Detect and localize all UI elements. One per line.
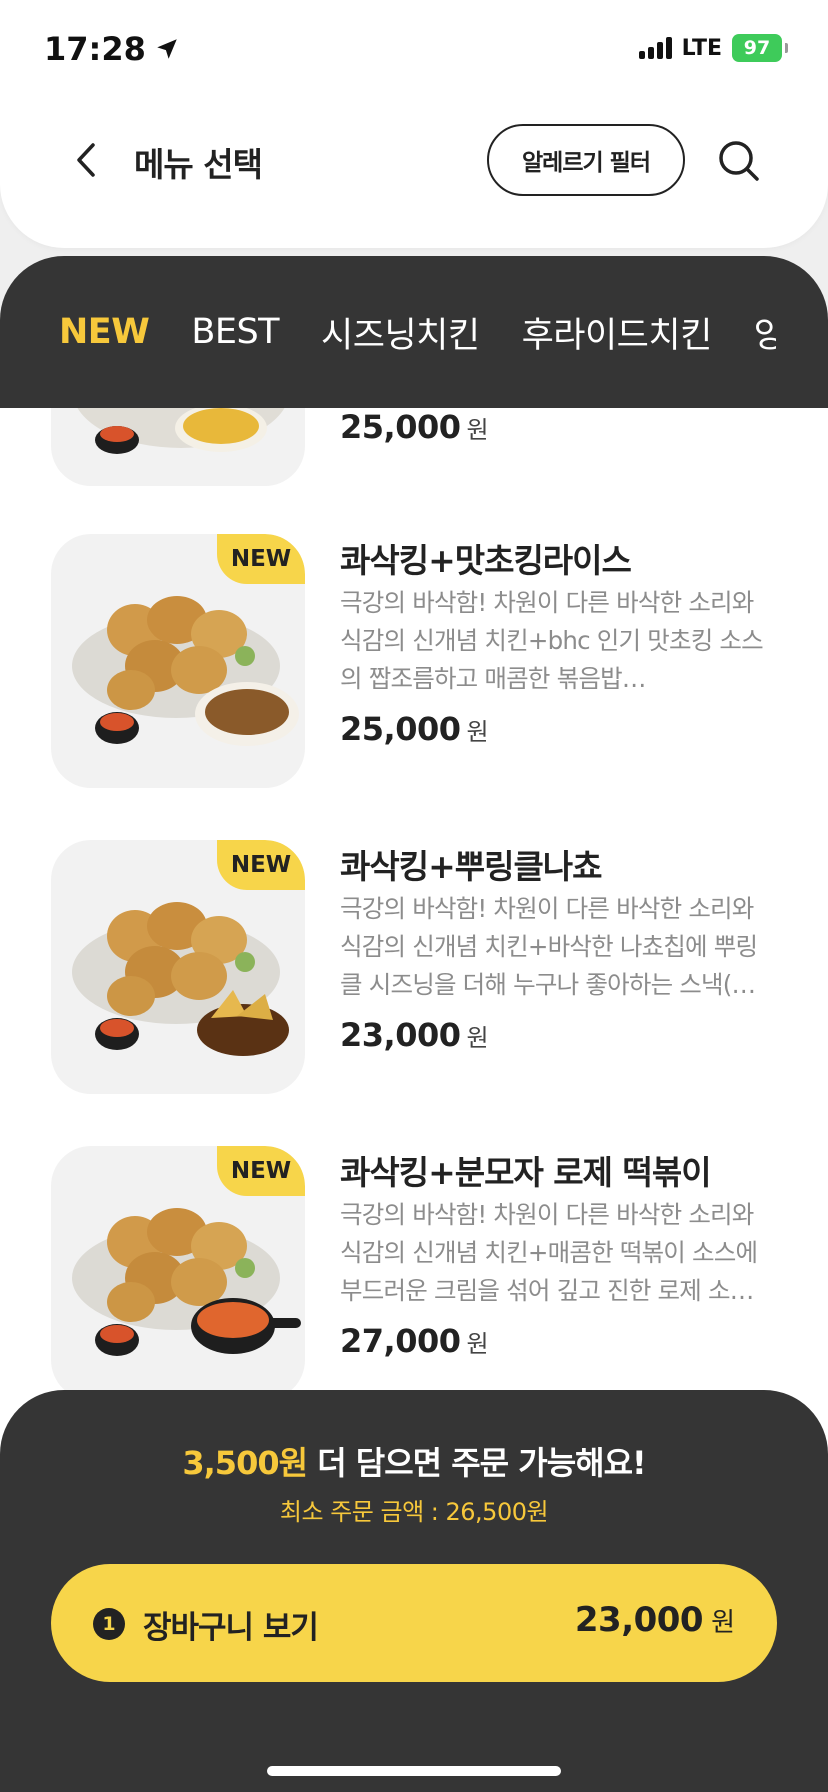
new-badge: NEW xyxy=(217,534,305,584)
menu-thumbnail[interactable]: NEW xyxy=(51,1146,305,1400)
signal-icon xyxy=(638,37,672,59)
cart-total-currency: 원 xyxy=(711,1608,735,1638)
price-currency: 원 xyxy=(466,1330,489,1358)
menu-thumbnail[interactable]: NEW xyxy=(51,534,305,788)
menu-name: 콰삭킹+맛초킹라이스 xyxy=(340,541,632,580)
home-indicator xyxy=(267,1766,561,1776)
cart-count-badge: 1 xyxy=(93,1608,125,1640)
price-value: 25,000 xyxy=(340,710,461,748)
new-badge: NEW xyxy=(217,1146,305,1196)
page-title: 메뉴 선택 xyxy=(134,145,263,184)
tab-seasoning-chicken[interactable]: 시즈닝치킨 xyxy=(321,307,480,358)
minimum-order-notice: 3,500원 더 담으면 주문 가능해요! xyxy=(0,1438,828,1484)
battery-cap xyxy=(785,43,788,53)
price-currency: 원 xyxy=(466,416,489,444)
price-value: 23,000 xyxy=(340,1016,461,1054)
price-currency: 원 xyxy=(466,718,489,746)
cart-label: 장바구니 보기 xyxy=(143,1610,319,1646)
menu-price: 25,000 원 xyxy=(340,710,489,748)
status-indicators: LTE 97 xyxy=(638,34,788,62)
menu-item[interactable]: 25,000 원 xyxy=(0,408,828,486)
clock-text: 17:28 xyxy=(44,30,146,68)
price-currency: 원 xyxy=(466,1024,489,1052)
menu-description: 극강의 바삭함! 차원이 다른 바삭한 소리와 식감의 신개념 치킨+바삭한 나… xyxy=(340,894,758,999)
allergy-filter-button[interactable]: 알레르기 필터 xyxy=(487,124,685,196)
menu-thumbnail[interactable]: NEW xyxy=(51,840,305,1094)
network-type: LTE xyxy=(681,35,722,61)
tab-best[interactable]: BEST xyxy=(191,312,279,352)
view-cart-button[interactable]: 1 장바구니 보기 23,000 원 xyxy=(51,1564,777,1682)
tab-fried-chicken[interactable]: 후라이드치킨 xyxy=(522,307,713,358)
chicken-plate-image xyxy=(77,408,285,454)
remaining-text: 더 담으면 주문 가능해요! xyxy=(307,1444,646,1482)
menu-thumbnail[interactable] xyxy=(51,408,305,486)
menu-price: 23,000 원 xyxy=(340,1016,489,1054)
cart-total: 23,000 원 xyxy=(575,1600,735,1640)
tab-new[interactable]: NEW xyxy=(59,312,150,352)
menu-price: 27,000 원 xyxy=(340,1322,489,1360)
menu-description: 극강의 바삭함! 차원이 다른 바삭한 소리와 식감의 신개념 치킨+매콤한 떡… xyxy=(340,1200,758,1305)
new-badge: NEW xyxy=(217,840,305,890)
tab-yangnyeom[interactable]: 양념 xyxy=(754,307,776,358)
menu-price: 25,000 원 xyxy=(340,408,489,446)
status-bar: 17:28 LTE 97 xyxy=(0,0,828,100)
price-value: 25,000 xyxy=(340,408,461,446)
menu-item[interactable]: NEW 콰삭킹+분모자 로제 떡볶이 극강의 바삭함! 차원이 다른 바삭한 소… xyxy=(0,1146,828,1400)
battery-icon: 97 xyxy=(732,34,782,62)
menu-name: 콰삭킹+분모자 로제 떡볶이 xyxy=(340,1153,712,1192)
chevron-left-icon xyxy=(77,143,95,177)
order-sheet: 3,500원 더 담으면 주문 가능해요! 최소 주문 금액 : 26,500원… xyxy=(0,1390,828,1792)
search-icon xyxy=(719,141,759,181)
status-time: 17:28 xyxy=(44,30,180,68)
menu-description: 극강의 바삭함! 차원이 다른 바삭한 소리와 식감의 신개념 치킨+bhc 인… xyxy=(340,588,764,693)
price-value: 27,000 xyxy=(340,1322,461,1360)
battery-level: 97 xyxy=(743,37,771,59)
category-tabs-bar: NEW BEST 시즈닝치킨 후라이드치킨 양념 xyxy=(0,256,828,408)
menu-name: 콰삭킹+뿌링클나쵸 xyxy=(340,847,603,886)
search-button[interactable] xyxy=(712,134,766,188)
menu-item[interactable]: NEW 콰삭킹+뿌링클나쵸 극강의 바삭함! 차원이 다른 바삭한 소리와 식감… xyxy=(0,840,828,1094)
location-arrow-icon xyxy=(157,39,177,59)
back-button[interactable] xyxy=(62,136,110,184)
menu-list: 25,000 원 NEW 콰삭킹+맛초킹라이스 극강의 바삭함! 차원이 다른 … xyxy=(0,408,828,1408)
minimum-order-amount: 최소 주문 금액 : 26,500원 xyxy=(279,1498,549,1526)
remaining-amount: 3,500원 xyxy=(182,1444,308,1482)
cart-total-value: 23,000 xyxy=(574,1600,704,1640)
category-tabs: NEW BEST 시즈닝치킨 후라이드치킨 양념 xyxy=(59,256,776,408)
menu-item[interactable]: NEW 콰삭킹+맛초킹라이스 극강의 바삭함! 차원이 다른 바삭한 소리와 식… xyxy=(0,534,828,788)
